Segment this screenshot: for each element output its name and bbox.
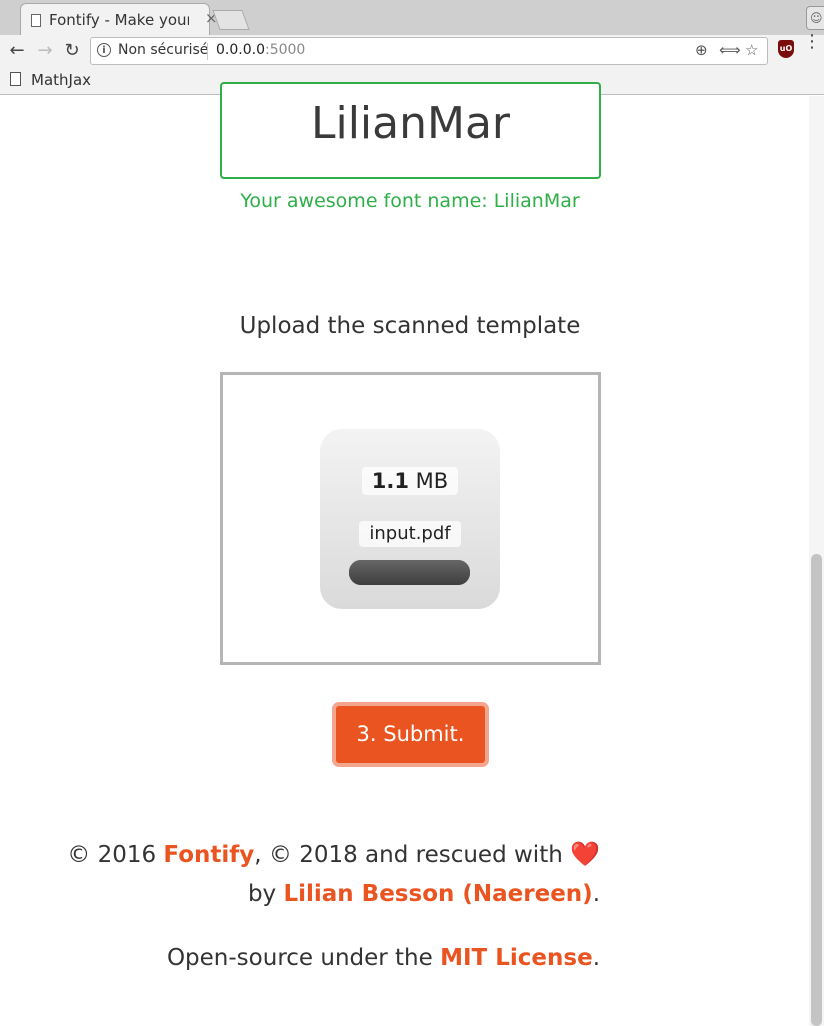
footer-line-copyright: © 2016 Fontify, © 2018 and rescued with … (67, 840, 600, 868)
upload-progress-fill (349, 560, 470, 585)
footer-line-author: by Lilian Besson (Naereen). (248, 881, 600, 907)
upload-dropzone[interactable]: 1.1 MB input.pdf (220, 372, 601, 665)
tab-strip: Fontify - Make your own font with a temp… (0, 0, 824, 35)
profile-button[interactable]: ☺ (806, 6, 824, 30)
scrollbar-thumb[interactable] (811, 554, 822, 1026)
font-name-input[interactable]: LilianMar (220, 82, 601, 179)
url-host: 0.0.0.0 (216, 42, 265, 58)
footer-copyright-middle: , © 2018 and rescued with (254, 842, 571, 868)
url-text[interactable]: 0.0.0.0:5000 (216, 42, 305, 58)
security-label[interactable]: Non sécurisé (118, 42, 208, 58)
ublock-extension-icon[interactable]: uO (778, 40, 794, 58)
info-icon[interactable]: i (97, 43, 111, 57)
browser-tab[interactable]: Fontify - Make your own font with a temp… (20, 3, 218, 35)
footer-license-suffix: . (592, 945, 600, 971)
font-name-value: LilianMar (310, 98, 511, 149)
footer-author-suffix: . (592, 881, 600, 907)
zoom-icon[interactable]: ⊕ (695, 41, 708, 59)
bookmark-label: MathJax (31, 71, 92, 89)
file-size-number: 1.1 (371, 469, 409, 493)
file-size: 1.1 MB (362, 467, 458, 495)
footer-copyright-prefix: © 2016 (67, 842, 164, 868)
tab-title: Fontify - Make your own font with a temp… (49, 11, 189, 29)
footer-license-prefix: Open-source under the (166, 945, 441, 971)
page-icon (31, 14, 41, 27)
upload-heading: Upload the scanned template (239, 313, 581, 339)
browser-toolbar: ← → ↻ i Non sécurisé 0.0.0.0:5000 ⊕ ⟺ ☆ … (0, 33, 824, 67)
url-port: :5000 (264, 42, 306, 58)
page-scrollbar[interactable] (809, 96, 824, 1026)
translate-icon[interactable]: ⟺ (719, 41, 741, 59)
file-name: input.pdf (359, 521, 461, 547)
author-link[interactable]: Lilian Besson (Naereen) (283, 881, 592, 907)
heart-icon: ❤️ (570, 840, 600, 868)
omnibox-separator (207, 43, 208, 60)
new-tab-button[interactable] (212, 10, 250, 30)
bookmark-page-icon (10, 72, 21, 86)
file-size-unit: MB (409, 469, 449, 493)
back-arrow-icon[interactable]: ← (5, 39, 29, 63)
footer-by-prefix: by (247, 881, 284, 907)
reload-icon[interactable]: ↻ (60, 39, 84, 63)
file-preview[interactable]: 1.1 MB input.pdf (320, 429, 500, 609)
forward-arrow-icon[interactable]: → (33, 39, 57, 63)
bookmark-star-icon[interactable]: ☆ (745, 41, 758, 59)
submit-button[interactable]: 3. Submit. (332, 702, 489, 767)
profile-icon: ☺ (810, 11, 823, 25)
fontify-link[interactable]: Fontify (163, 842, 254, 868)
font-name-message: Your awesome font name: LilianMar (240, 190, 580, 212)
bookmark-mathjax[interactable]: MathJax (10, 71, 91, 89)
license-link[interactable]: MIT License (440, 945, 593, 971)
footer-line-license: Open-source under the MIT License. (167, 945, 600, 971)
upload-progress-bar (349, 560, 470, 585)
browser-menu-icon[interactable]: ⋮ (803, 33, 821, 51)
address-bar[interactable]: i Non sécurisé 0.0.0.0:5000 ⊕ ⟺ ☆ (90, 37, 768, 65)
